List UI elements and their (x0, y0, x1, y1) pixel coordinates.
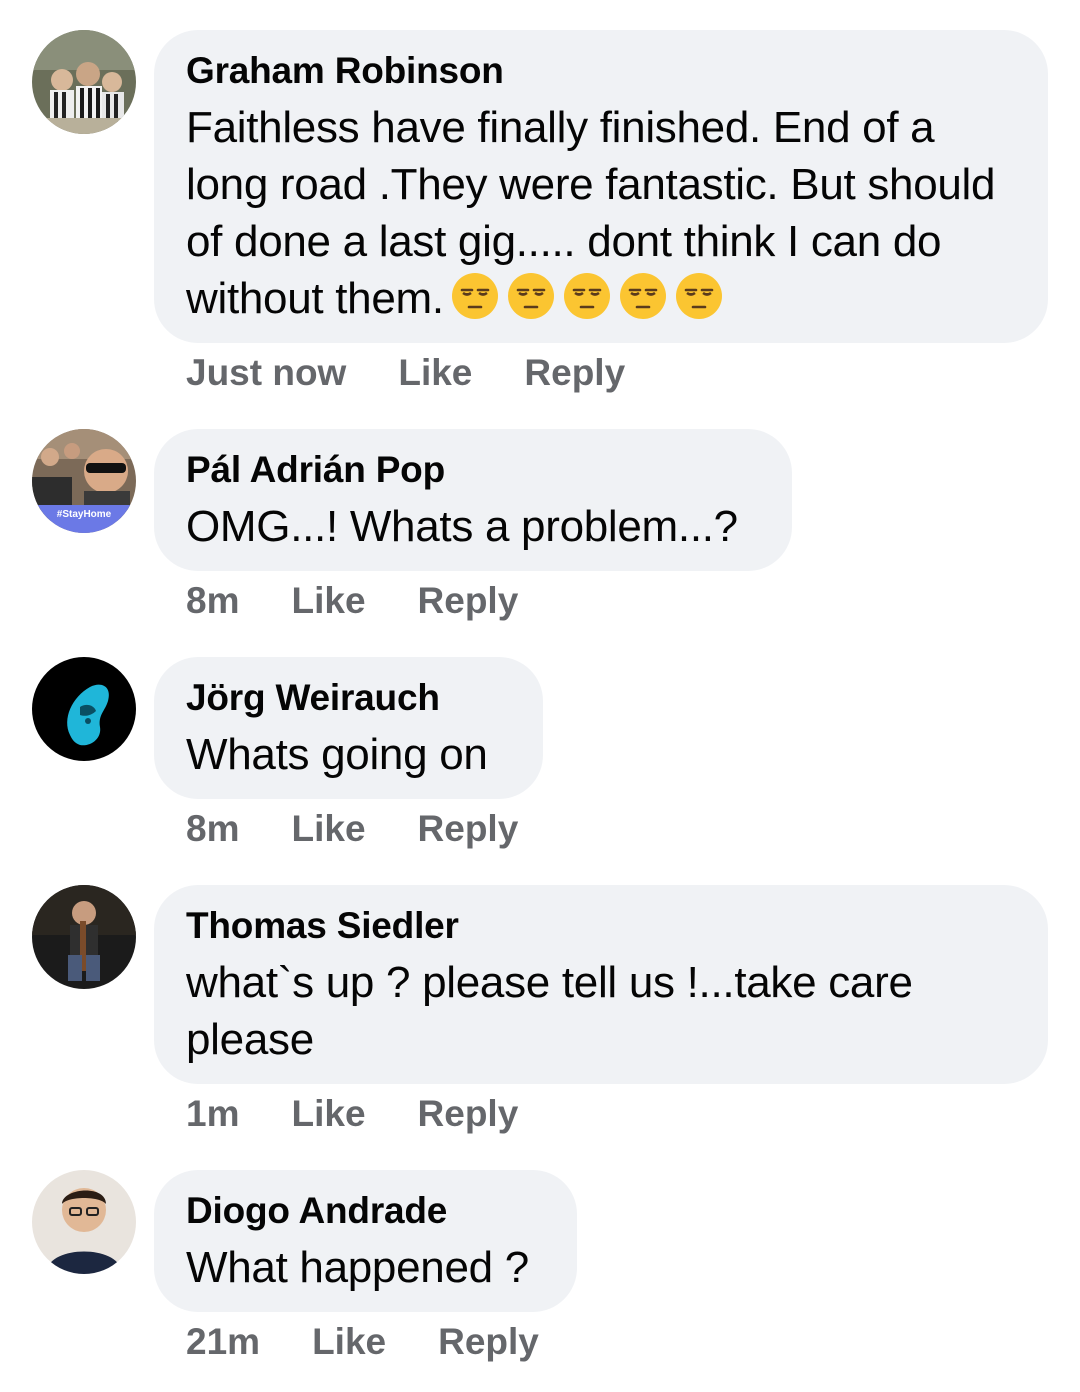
comment-actions: 1m Like Reply (186, 1092, 518, 1136)
comment-text: OMG...! Whats a problem...? (186, 502, 738, 551)
comment-author[interactable]: Jörg Weirauch (186, 677, 511, 719)
reply-button[interactable]: Reply (524, 351, 625, 395)
comment-author[interactable]: Thomas Siedler (186, 905, 1016, 947)
avatar[interactable] (32, 1170, 136, 1274)
comment-timestamp[interactable]: 1m (186, 1092, 239, 1136)
comment-bubble: Jörg Weirauch Whats going on (154, 657, 543, 799)
comment-bubble: Graham Robinson Faithless have finally f… (154, 30, 1048, 343)
comment-actions: 8m Like Reply (186, 579, 518, 623)
comment-bubble: Pál Adrián Pop OMG...! Whats a problem..… (154, 429, 792, 571)
unamused-face-icon (563, 273, 610, 319)
comment-author[interactable]: Diogo Andrade (186, 1190, 545, 1232)
avatar[interactable]: #StayHome (32, 429, 136, 533)
stayhome-badge: #StayHome (57, 509, 112, 520)
comment-timestamp[interactable]: 8m (186, 579, 239, 623)
like-button[interactable]: Like (312, 1320, 386, 1364)
unamused-emoji-group (444, 273, 724, 323)
like-button[interactable]: Like (398, 351, 472, 395)
unamused-face-icon (619, 273, 666, 319)
avatar[interactable] (32, 885, 136, 989)
comment-actions: Just now Like Reply (186, 351, 625, 395)
avatar[interactable] (32, 30, 136, 134)
unamused-face-icon (675, 273, 722, 319)
comment-author[interactable]: Pál Adrián Pop (186, 449, 760, 491)
unamused-face-icon (507, 273, 554, 319)
unamused-face-icon (451, 273, 498, 319)
like-button[interactable]: Like (291, 1092, 365, 1136)
comment-author[interactable]: Graham Robinson (186, 50, 1016, 92)
reply-button[interactable]: Reply (418, 1092, 519, 1136)
like-button[interactable]: Like (291, 807, 365, 851)
comment-bubble: Thomas Siedler what`s up ? please tell u… (154, 885, 1048, 1084)
reply-button[interactable]: Reply (438, 1320, 539, 1364)
reply-button[interactable]: Reply (418, 807, 519, 851)
comment-text: What happened ? (186, 1243, 529, 1292)
comment-actions: 21m Like Reply (186, 1320, 539, 1364)
comment-timestamp[interactable]: 21m (186, 1320, 260, 1364)
comment-text: Whats going on (186, 730, 488, 779)
comment-text: what`s up ? please tell us !...take care… (186, 958, 913, 1064)
comment-actions: 8m Like Reply (186, 807, 518, 851)
comment-timestamp[interactable]: 8m (186, 807, 239, 851)
like-button[interactable]: Like (291, 579, 365, 623)
comment-bubble: Diogo Andrade What happened ? (154, 1170, 577, 1312)
avatar[interactable] (32, 657, 136, 761)
comment-text: Faithless have finally finished. End of … (186, 99, 1016, 327)
reply-button[interactable]: Reply (418, 579, 519, 623)
comment-timestamp[interactable]: Just now (186, 351, 346, 395)
